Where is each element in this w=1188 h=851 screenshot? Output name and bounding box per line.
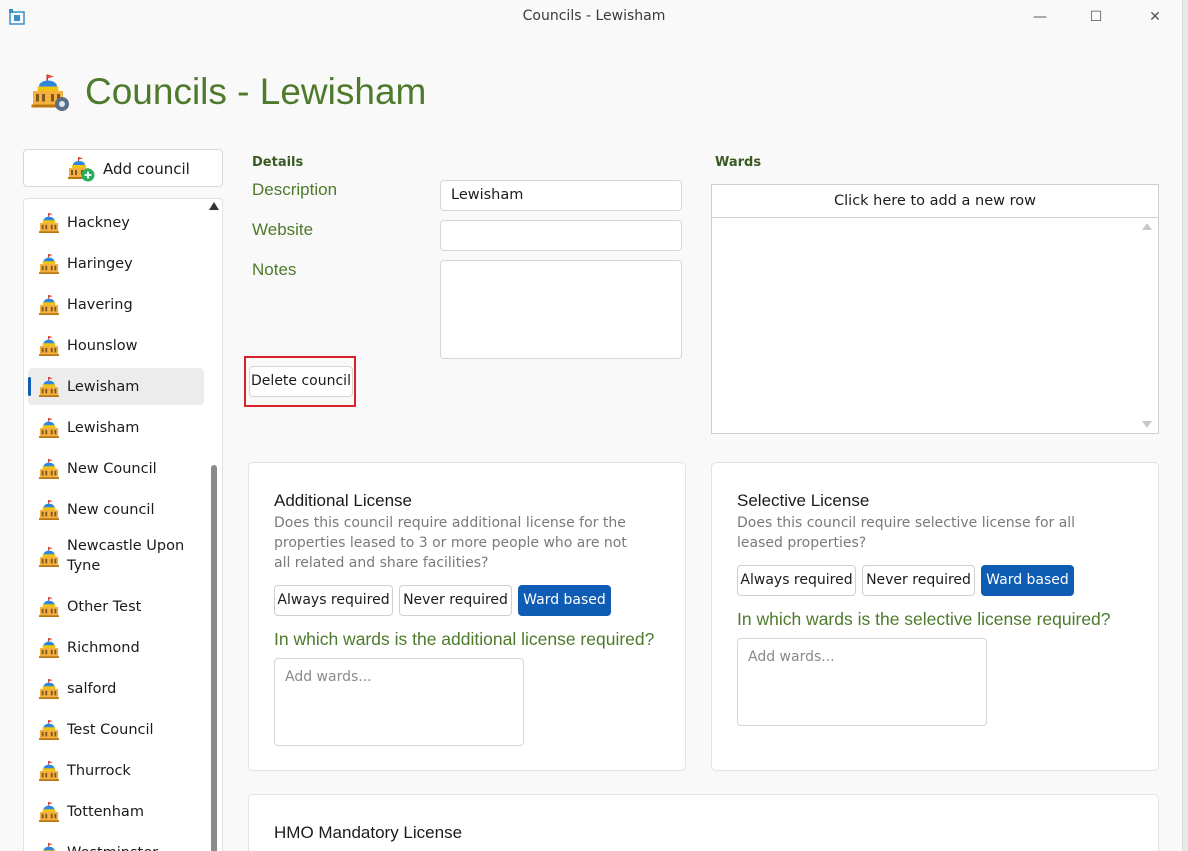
list-item[interactable]: New Council [28, 450, 204, 487]
list-item[interactable]: Newcastle Upon Tyne [28, 533, 204, 581]
additional-license-card: Additional License Does this council req… [248, 462, 686, 771]
notes-label: Notes [252, 260, 297, 279]
list-item-label: New council [67, 502, 155, 518]
hmo-license-title: HMO Mandatory License [274, 823, 463, 842]
list-item[interactable]: Westminster [28, 834, 204, 851]
list-item[interactable]: Hounslow [28, 327, 204, 364]
selective-wards-input[interactable]: Add wards... [737, 638, 987, 726]
list-item-label: Lewisham [67, 420, 140, 436]
delete-council-button[interactable]: Delete council [249, 366, 353, 397]
list-item-label: Hounslow [67, 338, 138, 354]
description-input[interactable]: Lewisham [440, 180, 682, 211]
list-item[interactable]: New council [28, 491, 204, 528]
page-title: Councils - Lewisham [85, 71, 427, 112]
council-icon [38, 638, 60, 658]
grid-scroll-down-arrow[interactable] [1142, 421, 1152, 428]
additional-wards-question: In which wards is the additional license… [274, 629, 655, 649]
add-council-icon [67, 157, 95, 182]
council-icon [38, 377, 60, 397]
list-item-label: salford [67, 681, 117, 697]
website-input[interactable] [440, 220, 682, 251]
add-row-button[interactable]: Click here to add a new row [712, 185, 1158, 218]
never-required-button[interactable]: Never required [399, 585, 512, 616]
council-icon [38, 254, 60, 274]
council-icon [38, 720, 60, 740]
list-item[interactable]: Haringey [28, 245, 204, 282]
council-list[interactable]: Hackney Haringey Havering Hounslow Lewis… [23, 198, 223, 851]
never-required-button[interactable]: Never required [862, 565, 975, 596]
list-item[interactable]: Hackney [28, 204, 204, 241]
list-item-selected[interactable]: Lewisham [28, 368, 204, 405]
selective-license-title: Selective License [737, 491, 870, 510]
council-icon [38, 547, 60, 567]
list-item-label: Richmond [67, 640, 140, 656]
sidebar-scrollbar-thumb[interactable] [211, 465, 217, 851]
description-label: Description [252, 180, 338, 199]
always-required-button[interactable]: Always required [274, 585, 393, 616]
list-item-label: Westminster [67, 843, 158, 851]
list-item[interactable]: Other Test [28, 588, 204, 625]
list-item-label: Newcastle Upon Tyne [67, 538, 185, 574]
title-bar: Councils - Lewisham — ☐ ✕ [0, 0, 1188, 34]
council-icon [38, 295, 60, 315]
close-button[interactable]: ✕ [1132, 4, 1178, 30]
grid-scroll-up-arrow[interactable] [1142, 223, 1152, 230]
notes-textarea[interactable] [440, 260, 682, 359]
list-item-label: Lewisham [67, 379, 140, 395]
council-icon [38, 843, 60, 851]
list-item[interactable]: Test Council [28, 711, 204, 748]
selective-license-card: Selective License Does this council requ… [711, 462, 1159, 771]
hmo-license-card: HMO Mandatory License [248, 794, 1159, 851]
council-icon [38, 500, 60, 520]
list-item[interactable]: Lewisham [28, 409, 204, 446]
add-council-button[interactable]: Add council [23, 149, 223, 187]
website-label: Website [252, 220, 314, 239]
council-icon [38, 459, 60, 479]
list-item-label: Tottenham [67, 804, 144, 820]
scroll-up-arrow[interactable] [209, 202, 219, 210]
list-item-label: Other Test [67, 599, 142, 615]
additional-license-desc: Does this council require additional lic… [274, 515, 627, 571]
maximize-button[interactable]: ☐ [1073, 4, 1119, 30]
list-item[interactable]: salford [28, 670, 204, 707]
list-item[interactable]: Tottenham [28, 793, 204, 830]
list-item-label: Thurrock [67, 763, 131, 779]
add-council-label: Add council [103, 160, 190, 178]
list-item[interactable]: Havering [28, 286, 204, 323]
list-item[interactable]: Thurrock [28, 752, 204, 789]
council-settings-icon [30, 74, 69, 111]
list-item-label: Test Council [67, 722, 154, 738]
ward-based-button[interactable]: Ward based [981, 565, 1074, 596]
additional-license-title: Additional License [274, 491, 412, 510]
list-item-label: Hackney [67, 215, 130, 231]
council-icon [38, 679, 60, 699]
council-icon [38, 336, 60, 356]
council-icon [38, 597, 60, 617]
council-icon [38, 418, 60, 438]
window-title: Councils - Lewisham [522, 8, 666, 24]
council-icon [38, 802, 60, 822]
selective-license-desc: Does this council require selective lice… [737, 515, 1076, 551]
minimize-button[interactable]: — [1017, 4, 1063, 30]
list-item-label: New Council [67, 461, 157, 477]
details-heading: Details [252, 155, 304, 170]
wards-grid[interactable]: Click here to add a new row [711, 184, 1159, 434]
list-item-label: Haringey [67, 256, 133, 272]
council-icon [38, 761, 60, 781]
list-item-label: Havering [67, 297, 133, 313]
council-icon [38, 213, 60, 233]
wards-heading: Wards [715, 155, 762, 170]
selective-wards-question: In which wards is the selective license … [737, 609, 1111, 629]
additional-wards-input[interactable]: Add wards... [274, 658, 524, 746]
ward-based-button[interactable]: Ward based [518, 585, 611, 616]
window-edge [1182, 0, 1188, 851]
list-item[interactable]: Richmond [28, 629, 204, 666]
always-required-button[interactable]: Always required [737, 565, 856, 596]
